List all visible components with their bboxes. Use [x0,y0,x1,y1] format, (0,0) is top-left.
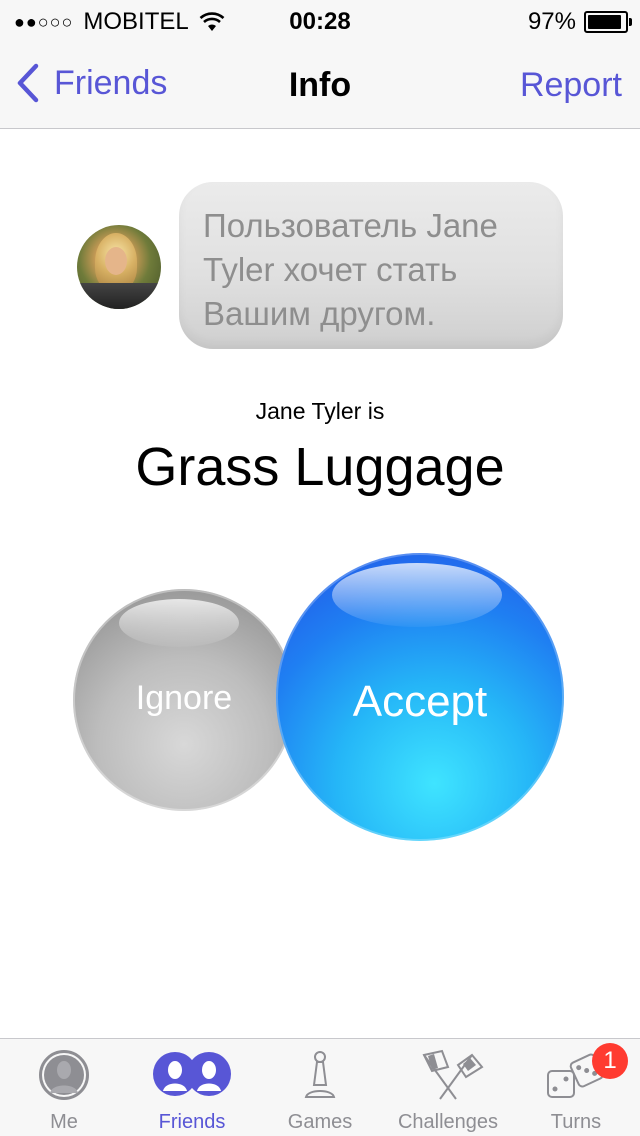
accept-button-highlight [332,563,502,627]
pawn-icon [304,1051,336,1098]
tab-games-label: Games [287,1111,353,1133]
tab-challenges-label: Challenges [397,1111,499,1133]
tab-me[interactable]: Me [0,1039,128,1136]
battery-percent: 97% [527,8,576,35]
tab-challenges[interactable]: Challenges [384,1039,512,1136]
avatar-face [105,247,127,275]
status-right: 97% [527,8,632,36]
tab-turns[interactable]: 1 Turns [512,1039,640,1136]
battery-fill [588,15,621,29]
navigation-bar: Friends Info Report [0,40,640,129]
avatar-background [77,283,161,309]
accept-button[interactable]: Accept [276,553,564,841]
turns-badge: 1 [592,1043,628,1079]
message-bubble: Пользователь Jane Tyler хочет стать Ваши… [179,182,563,349]
ignore-button-highlight [119,599,239,647]
battery-icon [584,11,632,33]
tab-friends[interactable]: Friends [128,1039,256,1136]
flags-icon [422,1049,484,1100]
tab-turns-label: Turns [550,1111,602,1133]
screen: ●●○○○ MOBITEL 00:28 97% Friends Info Rep… [0,0,640,1136]
tab-friends-label: Friends [158,1111,226,1133]
tab-games[interactable]: Games [256,1039,384,1136]
ignore-button-label: Ignore [135,679,233,717]
profile-name: Grass Luggage [135,437,505,497]
report-button[interactable]: Report [520,66,622,105]
accept-button-label: Accept [352,677,488,726]
message-text: Пользователь Jane Tyler хочет стать Ваши… [203,207,498,332]
avatar[interactable] [77,225,161,309]
person-icon [39,1050,89,1100]
profile-subtitle: Jane Tyler is [255,398,385,424]
friends-icon [153,1052,231,1096]
tab-me-label: Me [50,1111,78,1133]
battery-nub [629,18,632,26]
status-bar: ●●○○○ MOBITEL 00:28 97% [0,0,640,40]
ignore-button[interactable]: Ignore [73,589,295,811]
tab-bar: Me Friends Games Challenges 1 Turns [0,1038,640,1136]
